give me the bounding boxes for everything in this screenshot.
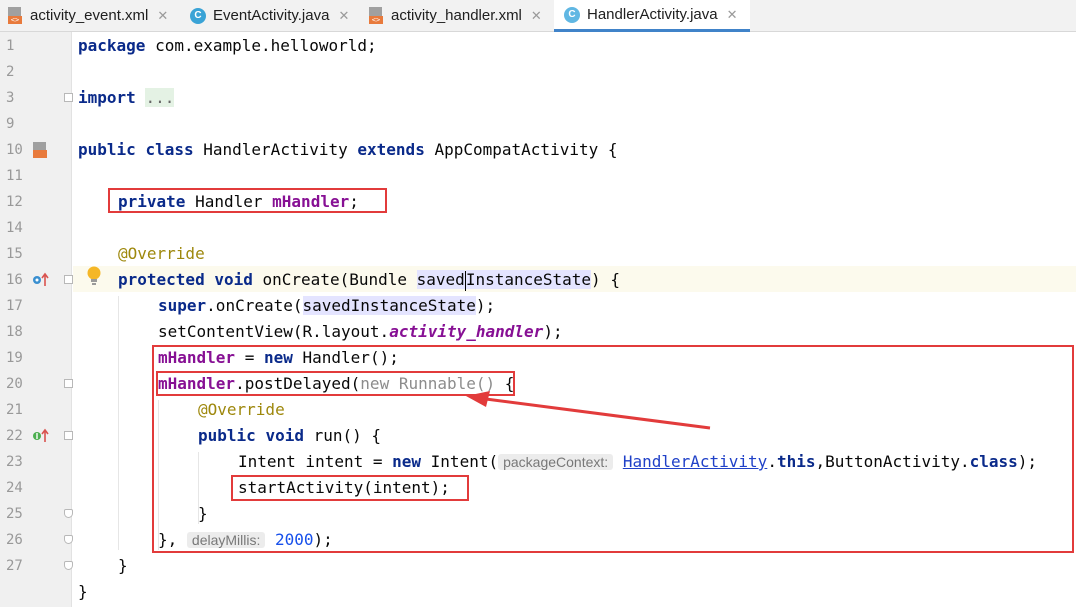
line-number: 9 [6,116,15,132]
close-icon[interactable]: ✕ [338,8,349,24]
line-number: 17 [6,298,23,314]
layout-file-icon[interactable] [33,142,48,159]
code-line-15[interactable]: protected void onCreate(Bundle savedInst… [118,267,620,293]
tab-label: activity_handler.xml [391,7,522,24]
code-line-3[interactable]: import ... [78,85,175,111]
code-line-10[interactable]: public class HandlerActivity extends App… [78,137,618,163]
folded-imports[interactable]: ... [145,88,175,107]
xml-file-icon: <> [8,6,23,25]
code-text: com.example.helloworld; [145,36,377,55]
indent-guide [118,296,119,550]
line-number: 11 [6,168,23,184]
tab-activity-event-xml[interactable]: <> activity_event.xml ✕ [8,0,186,31]
code-text: .onCreate( [206,296,303,315]
implements-marker-icon[interactable] [32,428,50,444]
close-icon[interactable]: ✕ [531,8,542,24]
code-line-26[interactable]: } [118,553,128,579]
java-class-icon: C [564,6,580,23]
xml-file-icon: <> [369,6,384,25]
line-number: 15 [6,246,23,262]
editor-tab-bar: <> activity_event.xml ✕ C EventActivity.… [0,0,1076,32]
code-text: ); [475,296,496,315]
fold-end-icon[interactable] [64,509,73,518]
tab-event-activity-java[interactable]: C EventActivity.java ✕ [190,0,362,31]
keyword: protected [118,270,205,289]
tab-label: activity_event.xml [30,7,149,24]
line-number: 26 [6,532,23,548]
line-number: 25 [6,506,23,522]
lightbulb-icon[interactable] [86,265,102,287]
code-text: setContentView(R.layout. [158,322,390,341]
code-text: ) { [591,270,620,289]
keyword: super [158,296,207,315]
keyword: import [78,88,136,107]
override-marker-icon[interactable] [32,272,50,288]
annotation-arrow [466,391,711,430]
tab-label: EventActivity.java [213,7,330,24]
line-number: 21 [6,402,23,418]
fold-toggle-icon[interactable] [64,93,73,102]
parameter-name: saved [416,270,465,289]
fold-end-icon[interactable] [64,535,73,544]
line-number: 2 [6,64,15,80]
parameter-name: InstanceState [465,270,592,289]
code-line-1[interactable]: package com.example.helloworld; [78,33,377,59]
line-number: 12 [6,194,23,210]
code-line-17[interactable]: setContentView(R.layout.activity_handler… [158,319,563,345]
code-text: AppCompatActivity { [434,140,618,159]
line-number [6,579,28,605]
resource-id: activity_handler [389,322,544,341]
line-number: 24 [6,480,23,496]
line-number: 3 [6,90,15,106]
annotation-box-start-activity [231,475,469,501]
code-line-16[interactable]: super.onCreate(savedInstanceState); [158,293,495,319]
line-number: 27 [6,558,23,574]
class-name: HandlerActivity [203,140,348,159]
line-number: 16 [6,272,23,288]
line-number: 14 [6,220,23,236]
keyword: extends [357,140,425,159]
line-number: 23 [6,454,23,470]
java-class-icon: C [190,7,206,24]
keyword: public [78,140,136,159]
fold-toggle-icon[interactable] [64,275,73,284]
tab-label: HandlerActivity.java [587,6,718,23]
fold-toggle-icon[interactable] [64,379,73,388]
parameter-name: savedInstanceState [302,296,476,315]
tab-activity-handler-xml[interactable]: <> activity_handler.xml ✕ [369,0,553,31]
keyword: package [78,36,146,55]
code-line-14[interactable]: @Override [118,241,205,267]
line-number: 22 [6,428,23,444]
line-number: 1 [6,38,15,54]
code-line-27[interactable]: } [78,579,88,605]
code-text: ); [543,322,563,341]
tab-handler-activity-java[interactable]: C HandlerActivity.java ✕ [554,0,750,32]
line-number: 19 [6,350,23,366]
close-icon[interactable]: ✕ [157,8,168,24]
method-signature: onCreate(Bundle [262,270,417,289]
line-number: 18 [6,324,23,340]
line-number: 10 [6,142,23,158]
close-icon[interactable]: ✕ [727,7,738,23]
fold-toggle-icon[interactable] [64,431,73,440]
fold-end-icon[interactable] [64,561,73,570]
keyword: void [214,270,253,289]
line-number: 20 [6,376,23,392]
keyword: class [145,140,194,159]
annotation-box-field [108,188,387,213]
